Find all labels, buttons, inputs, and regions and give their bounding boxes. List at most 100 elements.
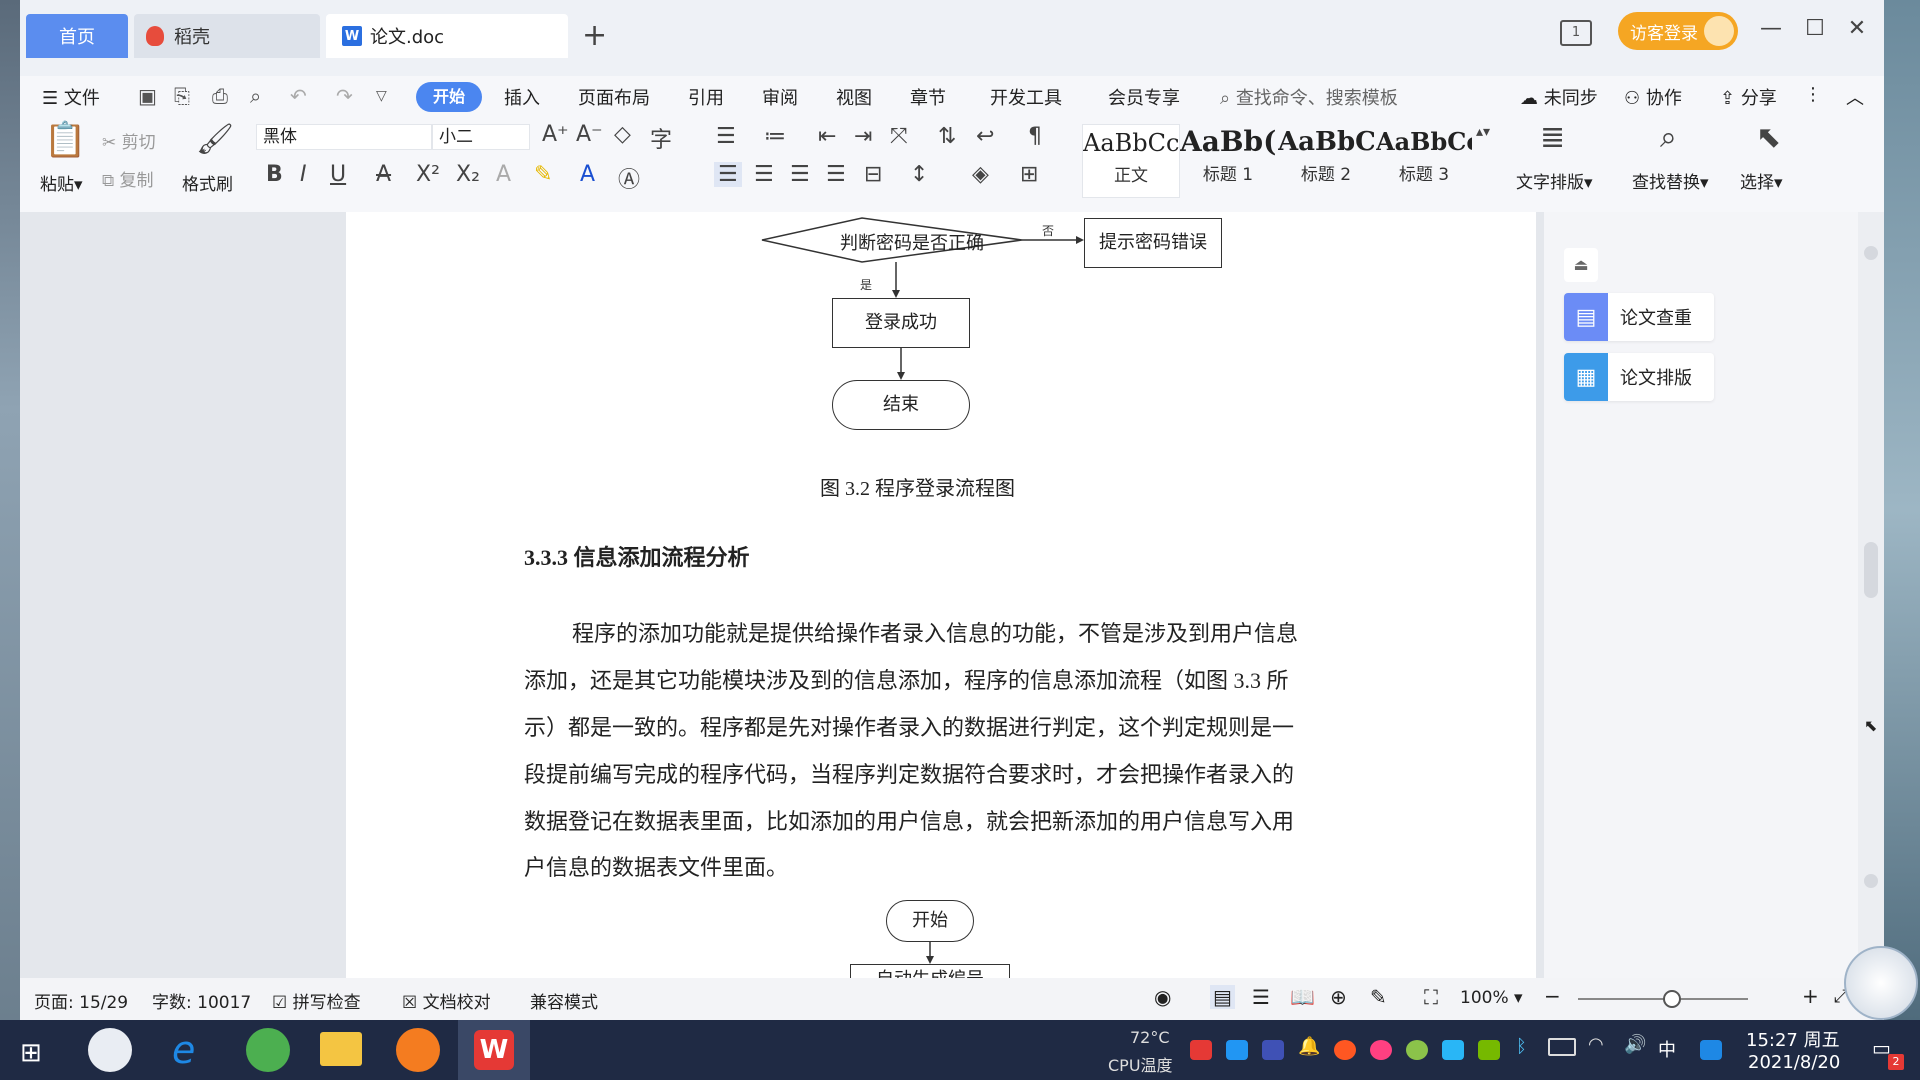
format-painter-button[interactable]: 格式刷 [182, 170, 233, 195]
paste-button[interactable]: 粘贴▾ [40, 170, 83, 195]
tray-app-icon[interactable] [1442, 1040, 1464, 1060]
highlight-icon[interactable]: ✎ [534, 162, 552, 187]
paper-check-button[interactable]: ▤ 论文查重 [1564, 293, 1714, 341]
tray-app-icon[interactable] [1190, 1040, 1212, 1060]
align-center-icon[interactable]: ☰ [754, 162, 774, 187]
sync-status[interactable]: ☁ 未同步 [1520, 84, 1598, 110]
style-heading-2[interactable]: AaBbC 标题 2 [1278, 124, 1374, 196]
borders-icon[interactable]: ⊞ [1020, 162, 1038, 187]
collab-button[interactable]: ⚇ 协作 [1624, 84, 1682, 110]
command-search[interactable]: ⌕ 查找命令、搜索模板 [1220, 84, 1398, 110]
style-heading-1[interactable]: AaBb( 标题 1 [1180, 124, 1276, 196]
style-heading-3[interactable]: AaBbCcl 标题 3 [1376, 124, 1472, 196]
font-name-select[interactable]: 黑体 [256, 124, 432, 150]
tab-daoke[interactable]: 稻壳 [134, 14, 320, 58]
copy-button[interactable]: ⧉ 复制 [102, 166, 154, 191]
new-tab-button[interactable]: + [582, 18, 607, 53]
undo-icon[interactable]: ↶ [290, 84, 307, 108]
reading-view-icon[interactable]: 📖 [1290, 985, 1315, 1009]
bullet-list-icon[interactable]: ☰ [716, 124, 736, 149]
decrease-indent-icon[interactable]: ⇤ [818, 124, 836, 149]
eye-protect-icon[interactable]: ◉ [1154, 985, 1171, 1009]
text-direction-icon[interactable]: ⤧ [890, 124, 908, 149]
menu-chapter[interactable]: 章节 [910, 84, 946, 110]
minimize-button[interactable]: — [1756, 16, 1786, 41]
page-view-icon[interactable]: ▤ [1210, 985, 1235, 1009]
format-painter-icon[interactable]: 🖌 [196, 122, 234, 157]
tab-document[interactable]: W 论文.doc [326, 14, 568, 58]
font-color-icon[interactable]: A [580, 162, 595, 187]
print-icon[interactable]: ⎙ [212, 84, 228, 108]
wps-taskbar-button[interactable]: W [458, 1020, 530, 1080]
page-indicator[interactable]: 页面: 15/29 [34, 988, 128, 1013]
qq-icon[interactable] [1334, 1040, 1356, 1060]
clock-time[interactable]: 15:27 周五 [1746, 1026, 1840, 1052]
shield-icon[interactable] [1262, 1040, 1284, 1060]
browser-360-icon[interactable] [246, 1028, 290, 1072]
italic-icon[interactable]: I [300, 162, 307, 187]
clock-date[interactable]: 2021/8/20 [1748, 1052, 1840, 1073]
clear-format-icon[interactable]: ◇ [614, 122, 631, 147]
outline-view-icon[interactable]: ☰ [1252, 985, 1270, 1009]
doc-proof[interactable]: ☒ 文档校对 [402, 988, 491, 1013]
justify-icon[interactable]: ☰ [826, 162, 846, 187]
menu-start[interactable]: 开始 [416, 82, 482, 112]
grow-font-icon[interactable]: A⁺ [542, 122, 569, 147]
align-left-icon[interactable]: ☰ [714, 162, 742, 187]
numbered-list-icon[interactable]: ≔ [764, 124, 786, 149]
more-icon[interactable]: ⋮ [1804, 84, 1822, 105]
select-button[interactable]: 选择▾ [1740, 168, 1783, 193]
distributed-icon[interactable]: ⊟ [864, 162, 882, 187]
print-preview-icon[interactable]: ⌕ [250, 84, 261, 108]
cut-button[interactable]: ✂ 剪切 [102, 128, 156, 153]
tray-app-icon[interactable] [1406, 1040, 1428, 1060]
pinwheel-app-icon[interactable] [88, 1028, 132, 1072]
zoom-out-icon[interactable]: − [1544, 984, 1561, 1008]
scroll-down-icon[interactable] [1864, 874, 1878, 888]
subscript-icon[interactable]: X₂ [456, 162, 480, 187]
battery-icon[interactable] [1548, 1038, 1576, 1056]
vertical-scrollbar[interactable] [1858, 212, 1884, 978]
fit-page-icon[interactable]: ⛶ [1424, 985, 1438, 1009]
text-effect-icon[interactable]: A [496, 162, 511, 187]
file-menu[interactable]: ☰ 文件 [42, 84, 100, 110]
nvidia-icon[interactable] [1478, 1040, 1500, 1060]
line-break-icon[interactable]: ↩ [976, 124, 994, 149]
ie-browser-icon[interactable]: e [172, 1028, 195, 1072]
line-spacing-icon[interactable]: ↕ [910, 162, 928, 187]
scroll-up-icon[interactable] [1864, 246, 1878, 260]
windows-start-icon[interactable]: ⊞ [20, 1038, 42, 1068]
tray-app-icon[interactable] [1700, 1040, 1722, 1060]
char-border-icon[interactable]: Ⓐ [618, 162, 640, 194]
maximize-button[interactable]: ☐ [1800, 16, 1830, 41]
underline-icon[interactable]: U [330, 162, 346, 187]
paper-layout-button[interactable]: ▦ 论文排版 [1564, 353, 1714, 401]
shrink-font-icon[interactable]: A⁻ [576, 122, 603, 147]
visitor-login-button[interactable]: 访客登录 [1618, 12, 1738, 50]
font-size-select[interactable]: 小二 [432, 124, 530, 150]
align-right-icon[interactable]: ☰ [790, 162, 810, 187]
collapse-ribbon-icon[interactable]: ︿ [1846, 84, 1864, 110]
ime-indicator[interactable]: 中 [1658, 1036, 1676, 1062]
magnifier-icon[interactable]: ⌕ [1660, 120, 1677, 155]
bold-icon[interactable]: B [266, 162, 283, 187]
tab-home[interactable]: 首页 [26, 14, 128, 58]
zoom-slider-thumb[interactable] [1662, 990, 1681, 1008]
menu-references[interactable]: 引用 [688, 84, 724, 110]
style-normal[interactable]: AaBbCcI 正文 [1082, 124, 1180, 198]
game-app-icon[interactable] [396, 1028, 440, 1072]
word-count[interactable]: 字数: 10017 [152, 988, 251, 1013]
cursor-icon[interactable]: ⬉ [1756, 120, 1781, 155]
phonetic-guide-icon[interactable]: 字 [650, 122, 672, 154]
strikethrough-icon[interactable]: A [376, 162, 391, 187]
scrollbar-thumb[interactable] [1864, 542, 1878, 598]
floating-assistant-icon[interactable] [1844, 946, 1918, 1020]
spell-check[interactable]: ☑ 拼写检查 [272, 988, 361, 1013]
share-button[interactable]: ⇪ 分享 [1720, 84, 1777, 110]
menu-page-layout[interactable]: 页面布局 [578, 84, 650, 110]
wifi-icon[interactable]: ◠ [1588, 1034, 1604, 1055]
bell-icon[interactable]: 🔔 [1298, 1036, 1320, 1057]
edit-view-icon[interactable]: ✎ [1370, 985, 1387, 1009]
text-layout-button[interactable]: 文字排版▾ [1516, 168, 1593, 193]
sort-icon[interactable]: ⇅ [938, 124, 956, 149]
